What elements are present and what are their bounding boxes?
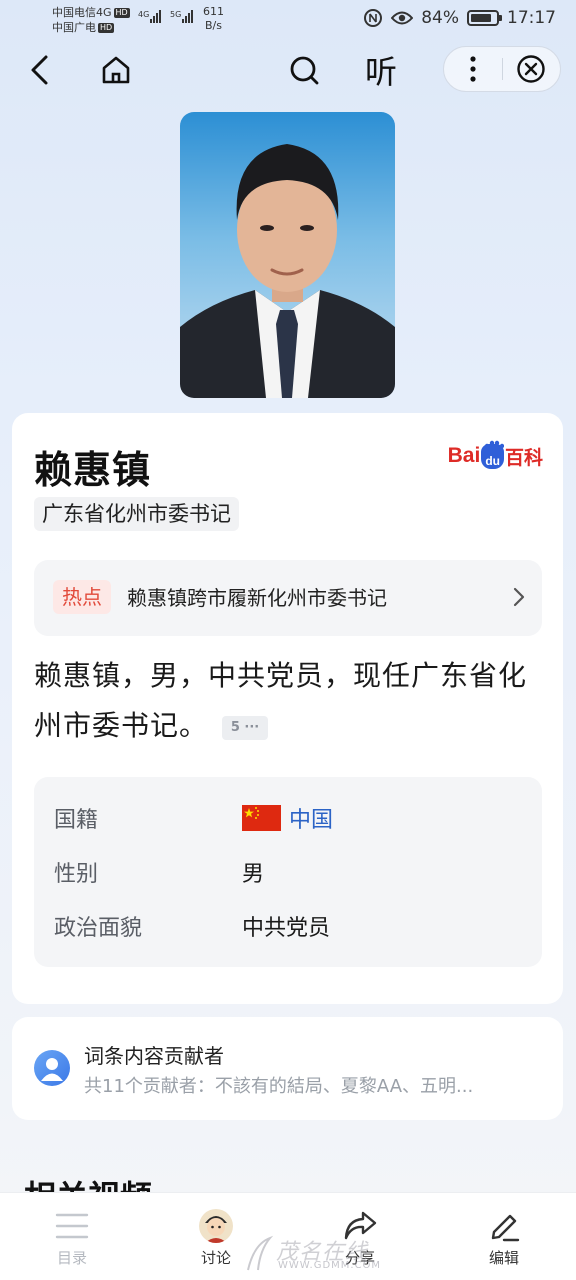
nationality-value: 中国 — [289, 808, 334, 833]
search-button[interactable] — [282, 48, 326, 92]
chevron-right-icon — [513, 587, 525, 607]
entry-summary: 赖惠镇，男，中共党员，现任广东省化州市委书记。 5 ··· — [34, 651, 554, 751]
infobox-row-political: 政治面貌 中共党员 — [54, 908, 330, 944]
close-icon — [517, 55, 545, 83]
reference-badge[interactable]: 5 ··· — [222, 716, 269, 740]
tab-label: 讨论 — [200, 1249, 231, 1267]
signal-4g-icon: 4G — [138, 10, 162, 23]
china-flag-icon — [242, 805, 281, 831]
carrier-2: 中国广电 — [52, 21, 96, 34]
net-speed: 611 B/s — [203, 5, 224, 33]
role-tag[interactable]: 广东省化州市委书记 — [34, 497, 239, 531]
home-button[interactable] — [94, 48, 138, 92]
portrait-photo[interactable] — [180, 112, 395, 398]
entry-card: 赖惠镇 Bai du 百科 广东省化州市委书记 热点 赖惠镇跨市履新化州市委书记… — [12, 413, 563, 1004]
hd-badge-1: HD — [113, 8, 130, 18]
back-button[interactable] — [18, 48, 62, 92]
infobox-value: 中共党员 — [242, 916, 331, 941]
brand-du: du — [481, 440, 505, 469]
mini-program-capsule — [443, 46, 561, 92]
baike-logo[interactable]: Bai du 百科 — [448, 439, 543, 473]
listen-button[interactable]: 听 — [365, 48, 397, 92]
contributors-card[interactable]: 词条内容贡献者 共11个贡献者：不該有的結局、夏黎AA、五明... — [12, 1017, 563, 1120]
paw-icon — [485, 440, 505, 448]
battery-percent: 84% — [421, 8, 459, 28]
summary-text: 赖惠镇，男，中共党员，现任广东省化州市委书记。 — [34, 659, 528, 742]
user-icon — [34, 1050, 70, 1086]
nfc-icon — [364, 9, 383, 27]
nav-bar: 听 — [0, 44, 576, 96]
contributors-list: 共11个贡献者：不該有的結局、夏黎AA、五明... — [84, 1076, 474, 1097]
edit-icon — [487, 1209, 521, 1243]
infobox-row-gender: 性别 男 — [54, 854, 264, 890]
clock: 17:17 — [507, 8, 556, 28]
infobox-value: 男 — [242, 862, 265, 887]
status-right: 84% 17:17 — [363, 8, 556, 28]
entry-title: 赖惠镇 — [34, 448, 152, 492]
tab-label: 目录 — [56, 1249, 87, 1267]
infobox-label: 国籍 — [54, 808, 99, 833]
net-speed-unit: B/s — [205, 19, 222, 32]
net-5g-label: 5G — [170, 10, 182, 19]
battery-icon — [467, 10, 502, 26]
more-icon — [470, 56, 476, 82]
tab-label: 编辑 — [488, 1249, 519, 1267]
close-button[interactable] — [502, 46, 560, 92]
carrier-info: 中国电信4G HD 中国广电 HD — [52, 5, 130, 35]
brand-bai: Bai — [447, 444, 481, 467]
infobox-label: 性别 — [54, 862, 99, 887]
avatar-icon — [199, 1209, 233, 1243]
home-icon — [102, 56, 130, 84]
tab-edit[interactable]: 编辑 — [432, 1193, 576, 1280]
eye-icon — [391, 11, 414, 25]
net-speed-value: 611 — [203, 5, 224, 18]
list-icon — [55, 1209, 89, 1243]
status-bar: 中国电信4G HD 中国广电 HD 4G 5G 611 B/s 84% 17:17 — [0, 0, 576, 40]
hd-badge-2: HD — [98, 23, 115, 33]
search-icon — [290, 56, 319, 85]
infobox-label: 政治面貌 — [54, 916, 143, 941]
tab-toc[interactable]: 目录 — [0, 1193, 144, 1280]
watermark-logo-icon — [247, 1235, 274, 1271]
hot-news-text: 赖惠镇跨市履新化州市委书记 — [127, 586, 387, 610]
watermark: 茂名在线 WWW.GDMM.COM — [244, 1234, 394, 1274]
brand-ke: 百科 — [504, 447, 543, 469]
net-4g-label: 4G — [138, 10, 150, 19]
signal-5g-icon: 5G — [170, 10, 194, 23]
back-icon — [31, 55, 48, 85]
infobox-row-nationality: 国籍 中国 — [54, 800, 333, 836]
brand-du-text: du — [485, 453, 500, 468]
contributors-title: 词条内容贡献者 — [84, 1044, 224, 1068]
more-button[interactable] — [444, 46, 502, 92]
hot-tag: 热点 — [53, 580, 111, 614]
infobox-value-link[interactable]: 中国 — [242, 802, 333, 834]
carrier-1: 中国电信4G — [52, 6, 112, 19]
infobox: 国籍 中国 性别 男 政治面貌 中共党员 — [34, 777, 542, 967]
person-photo — [180, 144, 395, 398]
watermark-url: WWW.GDMM.COM — [278, 1260, 382, 1271]
hot-news-bar[interactable]: 热点 赖惠镇跨市履新化州市委书记 — [34, 560, 542, 636]
